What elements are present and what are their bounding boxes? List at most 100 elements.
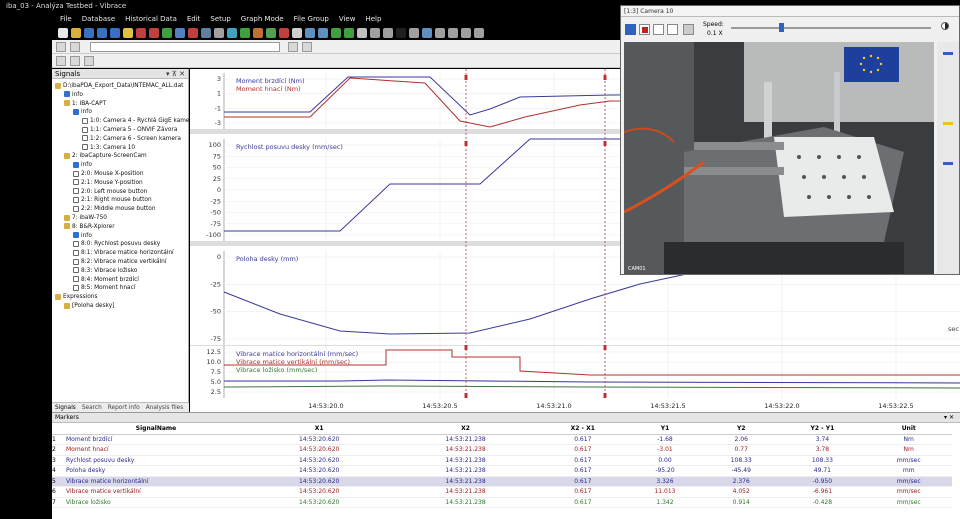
- tree-item[interactable]: 8:0: Rychlost posuvu desky: [73, 240, 160, 248]
- camera-window-title-bar[interactable]: [1:3] Camera 10: [621, 6, 959, 17]
- tree-item[interactable]: 8: B&R-Xplorer: [64, 223, 115, 231]
- column-header[interactable]: Y2: [703, 423, 780, 435]
- column-header[interactable]: Y1: [626, 423, 704, 435]
- menu-item-view[interactable]: View: [339, 13, 356, 25]
- table-row[interactable]: 7 Vibrace ložisko 14:53:20.620 14:53:21.238…: [52, 497, 952, 508]
- toolbar-button[interactable]: [70, 42, 80, 52]
- tree-item[interactable]: 8:4: Moment brzdící: [73, 276, 139, 284]
- tab-signals[interactable]: Signals: [55, 403, 76, 412]
- tree-item[interactable]: [Poloha desky]: [64, 302, 114, 310]
- tree-item[interactable]: info: [73, 232, 92, 240]
- toolbar-button[interactable]: [370, 27, 380, 38]
- toolbar-button[interactable]: [448, 27, 458, 38]
- toolbar-button[interactable]: [175, 27, 185, 38]
- camera-side-slider[interactable]: [937, 42, 959, 274]
- toolbar-button[interactable]: [136, 27, 146, 38]
- tab-analysis-files[interactable]: Analysis files: [146, 403, 184, 412]
- toolbar-button[interactable]: [227, 27, 237, 38]
- toolbar-button[interactable]: [302, 42, 312, 52]
- toolbar-button[interactable]: [110, 27, 120, 38]
- table-row[interactable]: 4 Poloha desky 14:53:20.620 14:53:21.238 0.6…: [52, 465, 952, 477]
- toolbar-button[interactable]: [253, 27, 263, 38]
- brightness-icon[interactable]: [941, 22, 949, 30]
- menu-item-file-group[interactable]: File Group: [294, 13, 329, 25]
- column-header[interactable]: X2: [392, 423, 539, 435]
- toolbar-button[interactable]: [331, 27, 341, 38]
- toolbar-button[interactable]: [58, 27, 68, 38]
- tree-item[interactable]: 2:1: Right mouse button: [73, 196, 152, 204]
- toolbar-button[interactable]: [97, 27, 107, 38]
- panel-pin-icon[interactable]: ▾ ⊼ ✕: [166, 69, 188, 79]
- tree-item[interactable]: 2: ibaCapture-ScreenCam: [64, 152, 147, 160]
- speed-slider-thumb[interactable]: [779, 23, 784, 32]
- toolbar-combo[interactable]: [90, 42, 280, 52]
- tree-item[interactable]: 1:3: Camera 10: [82, 144, 135, 152]
- toolbar-button[interactable]: [266, 27, 276, 38]
- tree-item[interactable]: 1:0: Camera 4 - Rychlá GigE kamera: [82, 117, 195, 125]
- toolbar-button[interactable]: [409, 27, 419, 38]
- pause-button[interactable]: [625, 24, 636, 35]
- tree-item[interactable]: 2:1: Mouse Y-position: [73, 179, 143, 187]
- side-slider-thumb[interactable]: [943, 162, 953, 165]
- toolbar-button[interactable]: [383, 27, 393, 38]
- menu-item-file[interactable]: File: [60, 13, 72, 25]
- tree-item[interactable]: 8:2: Vibrace matice vertikální: [73, 258, 166, 266]
- toolbar-button[interactable]: [435, 27, 445, 38]
- toolbar-button[interactable]: [474, 27, 484, 38]
- snapshot-button[interactable]: [683, 24, 694, 35]
- menu-item-setup[interactable]: Setup: [210, 13, 230, 25]
- column-header[interactable]: X1: [246, 423, 393, 435]
- tree-item[interactable]: 8:1: Vibrace matice horizontální: [73, 249, 174, 257]
- toolbar-button[interactable]: [422, 27, 432, 38]
- column-header[interactable]: [52, 423, 66, 435]
- toolbar-button[interactable]: [84, 56, 94, 66]
- toolbar-button[interactable]: [357, 27, 367, 38]
- panel-menu-icon[interactable]: ▾ ✕: [944, 413, 960, 423]
- tree-item[interactable]: 1: IBA-CAPT: [64, 100, 106, 108]
- column-header[interactable]: X2 - X1: [538, 423, 627, 435]
- table-row[interactable]: 5 Vibrace matice horizontální 14:53:20.620…: [52, 476, 952, 487]
- tree-item[interactable]: info: [73, 108, 92, 116]
- tree-item[interactable]: 7: ibaW-750: [64, 214, 107, 222]
- camera-window[interactable]: [1:3] Camera 10 Speed: 0.1 X CAM01: [620, 5, 960, 275]
- column-header[interactable]: SignalName: [66, 423, 246, 435]
- table-row[interactable]: 3 Rychlost posuvu desky 14:53:20.620 14:53:…: [52, 455, 952, 466]
- toolbar-button[interactable]: [279, 27, 289, 38]
- toolbar-button[interactable]: [149, 27, 159, 38]
- tree-item[interactable]: 8:3: Vibrace ložisko: [73, 267, 137, 275]
- toolbar-button[interactable]: [318, 27, 328, 38]
- column-header[interactable]: Y2 - Y1: [779, 423, 866, 435]
- toolbar-button[interactable]: [123, 27, 133, 38]
- tree-item[interactable]: 8:5: Moment hnací: [73, 284, 135, 292]
- toolbar-button[interactable]: [56, 56, 66, 66]
- toolbar-button[interactable]: [292, 27, 302, 38]
- toolbar-button[interactable]: [70, 56, 80, 66]
- play-button[interactable]: [653, 24, 664, 35]
- toolbar-button[interactable]: [71, 27, 81, 38]
- tree-item[interactable]: info: [73, 161, 92, 169]
- toolbar-button[interactable]: [396, 27, 406, 38]
- menu-item-database[interactable]: Database: [82, 13, 115, 25]
- tree-item[interactable]: 1:1: Camera 5 - ONVIF Závora: [82, 126, 177, 134]
- tree-item[interactable]: Expressions: [55, 293, 98, 301]
- toolbar-button[interactable]: [288, 42, 298, 52]
- menu-item-historical-data[interactable]: Historical Data: [125, 13, 177, 25]
- menu-item-help[interactable]: Help: [365, 13, 381, 25]
- toolbar-button[interactable]: [214, 27, 224, 38]
- step-button[interactable]: [667, 24, 678, 35]
- tree-item[interactable]: 2:2: Middle mouse button: [73, 205, 156, 213]
- side-slider-thumb[interactable]: [943, 122, 953, 125]
- tab-report-info[interactable]: Report info: [108, 403, 140, 412]
- toolbar-button[interactable]: [201, 27, 211, 38]
- menu-item-edit[interactable]: Edit: [187, 13, 201, 25]
- toolbar-button[interactable]: [188, 27, 198, 38]
- column-header[interactable]: Unit: [865, 423, 952, 435]
- table-row[interactable]: 6 Vibrace matice vertikální 14:53:20.620 14…: [52, 486, 952, 498]
- toolbar-button[interactable]: [84, 27, 94, 38]
- tree-item[interactable]: D:\ibaPDA_Export_Data\INTEMAC_ALL.dat: [55, 82, 183, 90]
- toolbar-button[interactable]: [305, 27, 315, 38]
- tree-item[interactable]: 2:0: Mouse X-position: [73, 170, 144, 178]
- menu-item-graph-mode[interactable]: Graph Mode: [241, 13, 284, 25]
- speed-slider-track[interactable]: [731, 27, 931, 29]
- table-row[interactable]: 2 Moment hnací 14:53:20.620 14:53:21.238 0.6…: [52, 444, 952, 456]
